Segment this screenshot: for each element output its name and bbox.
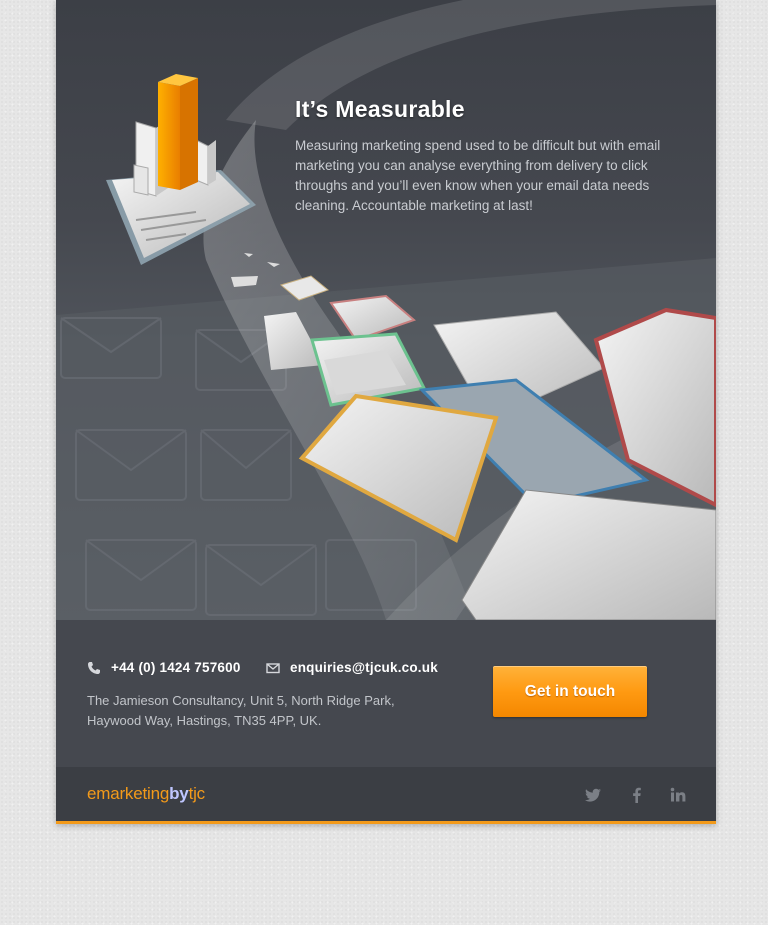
hero-illustration bbox=[56, 0, 716, 620]
phone-row: +44 (0) 1424 757600 bbox=[87, 660, 241, 675]
phone-icon bbox=[88, 661, 100, 674]
get-in-touch-button[interactable]: Get in touch bbox=[493, 666, 647, 717]
linkedin-icon[interactable] bbox=[669, 786, 687, 804]
email-card: It’s Measurable Measuring marketing spen… bbox=[56, 0, 716, 824]
phone-number[interactable]: +44 (0) 1424 757600 bbox=[111, 660, 241, 675]
hero-title: It’s Measurable bbox=[295, 96, 465, 122]
email-row: enquiries@tjcuk.co.uk bbox=[266, 660, 438, 675]
email-address[interactable]: enquiries@tjcuk.co.uk bbox=[290, 660, 438, 675]
envelope-icon bbox=[266, 662, 280, 673]
contact-section: +44 (0) 1424 757600 enquiries@tjcuk.co.u… bbox=[56, 620, 716, 767]
brand-part-2: by bbox=[169, 784, 189, 803]
address-line-2: Haywood Way, Hastings, TN35 4PP, UK. bbox=[87, 713, 322, 728]
brand-part-3: tjc bbox=[188, 784, 206, 803]
footer: emarketingbytjc bbox=[56, 767, 716, 824]
brand-part-1: emarketing bbox=[87, 784, 170, 803]
postal-address: The Jamieson Consultancy, Unit 5, North … bbox=[87, 691, 447, 731]
hero-description: Measuring marketing spend used to be dif… bbox=[295, 138, 661, 213]
address-line-1: The Jamieson Consultancy, Unit 5, North … bbox=[87, 693, 395, 708]
hero-banner: It’s Measurable Measuring marketing spen… bbox=[56, 0, 716, 620]
brand-logo[interactable]: emarketingbytjc bbox=[87, 784, 205, 804]
facebook-icon[interactable] bbox=[628, 786, 646, 804]
twitter-icon[interactable] bbox=[584, 786, 602, 804]
